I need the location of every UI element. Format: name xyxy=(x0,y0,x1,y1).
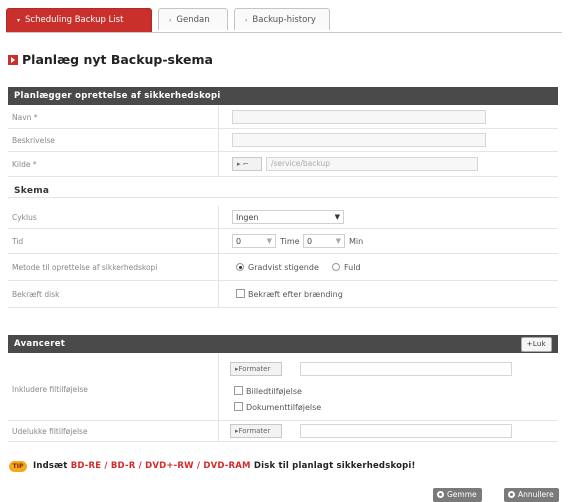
form-row-name: Navn * xyxy=(8,106,558,129)
confirm-burn-checkbox[interactable] xyxy=(236,289,245,298)
close-advanced-button[interactable]: +Luk xyxy=(520,337,552,352)
include-format-button[interactable]: ▸Formater xyxy=(230,362,282,376)
dropdown-arrow-icon: ▼ xyxy=(266,237,272,245)
tip-prefix: Indsæt xyxy=(33,461,71,471)
panel-header-scheduler: Planlægger oprettelse af sikkerhedskopi xyxy=(8,87,558,105)
radio-full-label: Fuld xyxy=(344,263,361,272)
dropdown-arrow-icon: ▼ xyxy=(334,213,340,221)
image-ext-label: Billedtilføjelse xyxy=(246,387,302,396)
form-row-time: Tid 0 ▼ Time 0 ▼ Min xyxy=(8,229,558,254)
time-label: Tid xyxy=(12,237,24,246)
cycle-label: Cyklus xyxy=(12,213,37,222)
tab-backup-history[interactable]: › Backup-history xyxy=(234,8,330,30)
name-input[interactable] xyxy=(232,110,486,124)
tip-icon: TIP xyxy=(9,461,27,472)
hour-select[interactable]: 0 ▼ xyxy=(232,234,276,248)
cycle-value: Ingen xyxy=(236,213,259,222)
form-row-include-ext: Inkludere filtilføjelse ▸Formater Billed… xyxy=(8,354,558,421)
document-ext-label: Dokumenttilføjelse xyxy=(246,403,322,412)
radio-incremental[interactable] xyxy=(236,263,244,271)
tab-label: Backup-history xyxy=(252,15,316,25)
cancel-icon xyxy=(508,491,515,498)
page-title-text: Planlæg nyt Backup-skema xyxy=(22,52,213,67)
image-ext-checkbox[interactable] xyxy=(234,386,243,395)
form-row-source: Kilde * ▸ ⌐ /service/backup xyxy=(8,152,558,177)
cycle-select[interactable]: Ingen ▼ xyxy=(232,210,344,224)
page-title: Planlæg nyt Backup-skema xyxy=(8,52,213,67)
tab-bar: ▾ Scheduling Backup List › Gendan › Backup-… xyxy=(6,8,562,33)
name-label: Navn * xyxy=(12,113,38,122)
exclude-format-button[interactable]: ▸Formater xyxy=(230,424,282,438)
save-button[interactable]: Gemme xyxy=(433,488,482,502)
source-path-input[interactable]: /service/backup xyxy=(266,157,478,171)
minute-value: 0 xyxy=(307,237,313,246)
cancel-label: Annullere xyxy=(518,490,554,499)
dropdown-arrow-icon: ▼ xyxy=(335,237,341,245)
tab-label: Gendan xyxy=(176,15,210,25)
save-icon xyxy=(437,491,444,498)
cancel-button[interactable]: Annullere xyxy=(504,488,559,502)
confirm-burn-label: Bekræft efter brænding xyxy=(248,290,343,299)
form-row-method: Metode til oprettelse af sikkerhedskopi … xyxy=(8,254,558,281)
minute-select[interactable]: 0 ▼ xyxy=(303,234,345,248)
minute-unit: Min xyxy=(349,237,364,246)
description-input[interactable] xyxy=(232,133,486,147)
advanced-title: Avanceret xyxy=(14,339,66,349)
chevron-right-icon: › xyxy=(169,17,172,24)
tab-label: Scheduling Backup List xyxy=(25,15,124,25)
form-row-confirm-disk: Bekræft disk Bekræft efter brænding xyxy=(8,281,558,308)
source-label: Kilde * xyxy=(12,160,37,169)
chevron-right-icon: › xyxy=(245,17,248,24)
form-row-cycle: Cyklus Ingen ▼ xyxy=(8,206,558,229)
include-ext-label: Inkludere filtilføjelse xyxy=(12,385,88,394)
radio-incremental-label: Gradvist stigende xyxy=(248,263,319,272)
form-row-exclude-ext: Udelukke filtilføjelse ▸Formater xyxy=(8,421,558,442)
arrow-box-icon xyxy=(8,55,18,65)
exclude-ext-input[interactable] xyxy=(300,424,512,438)
caret-down-icon: ▾ xyxy=(17,17,21,24)
document-ext-checkbox[interactable] xyxy=(234,402,243,411)
tip-suffix: Disk til planlagt sikkerhedskopi! xyxy=(250,461,416,471)
include-ext-input[interactable] xyxy=(300,362,512,376)
tip-media: BD-RE / BD-R / DVD+-RW / DVD-RAM xyxy=(70,461,251,471)
schedule-section-title: Skema xyxy=(14,186,50,196)
tab-scheduling-backup-list[interactable]: ▾ Scheduling Backup List xyxy=(6,8,152,32)
tip-text: Indsæt BD-RE / BD-R / DVD+-RW / DVD-RAM … xyxy=(33,461,416,471)
form-row-description: Beskrivelse xyxy=(8,129,558,152)
panel-header-advanced: Avanceret +Luk xyxy=(8,335,558,353)
description-label: Beskrivelse xyxy=(12,136,55,145)
tab-gendan[interactable]: › Gendan xyxy=(158,8,228,30)
browse-source-button[interactable]: ▸ ⌐ xyxy=(232,157,262,171)
hour-value: 0 xyxy=(236,237,242,246)
confirm-disk-label: Bekræft disk xyxy=(12,290,60,299)
exclude-ext-label: Udelukke filtilføjelse xyxy=(12,427,88,436)
save-label: Gemme xyxy=(447,490,477,499)
hour-unit: Time xyxy=(280,237,300,246)
radio-full[interactable] xyxy=(332,263,340,271)
method-label: Metode til oprettelse af sikkerhedskopi xyxy=(12,263,158,272)
